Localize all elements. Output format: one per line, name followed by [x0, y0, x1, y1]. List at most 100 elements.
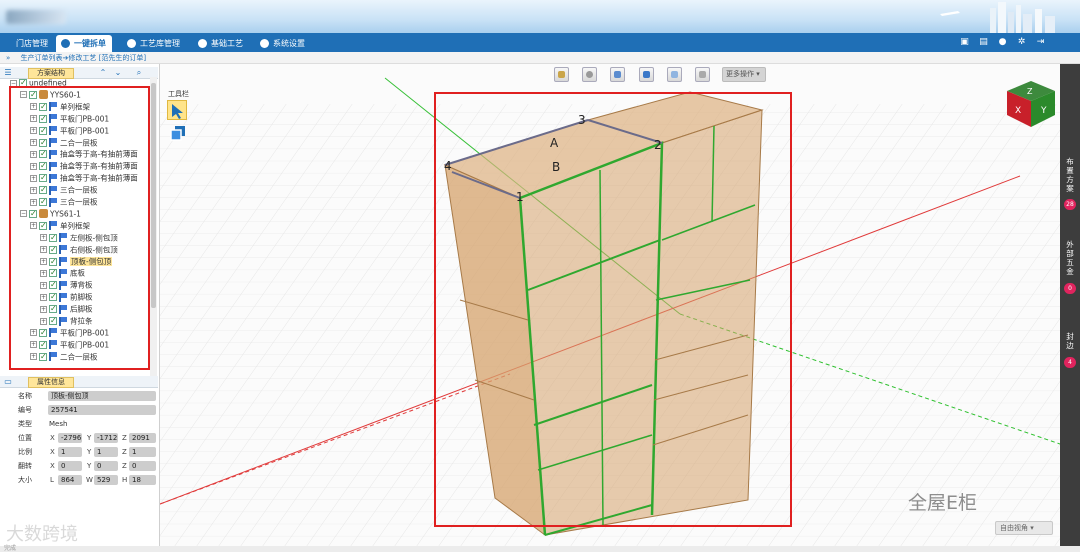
tree-scrollbar[interactable]: [150, 77, 157, 379]
svg-text:X: X: [1015, 106, 1021, 116]
check-circle-icon: [260, 39, 269, 48]
prop-key: 比例: [18, 448, 32, 456]
gear-icon[interactable]: ✲: [1016, 37, 1027, 48]
prop-rotation-row: 翻转 X 0 Y 0 Z 0: [0, 460, 158, 472]
axis-label: Y: [87, 448, 92, 456]
size-l-field[interactable]: 864: [58, 475, 82, 485]
sidebar-label: 布置方案: [1066, 157, 1074, 193]
prop-size-row: 大小 L 864 W 529 H 18: [0, 474, 158, 486]
blurred-logo: [6, 10, 66, 24]
axis-label: L: [50, 476, 54, 484]
navigation-cube[interactable]: Z X Y: [1005, 79, 1057, 129]
rotation-y-field[interactable]: 0: [94, 461, 118, 471]
sidebar-label: 外部五金: [1066, 240, 1074, 276]
view-mode-select[interactable]: 自由视角 ▾: [995, 521, 1053, 535]
tab-label: 工艺库管理: [140, 39, 180, 48]
scale-x-field[interactable]: 1: [58, 447, 82, 457]
view-3d-button[interactable]: [639, 67, 654, 82]
face-label: B: [552, 160, 561, 174]
type-value: Mesh: [49, 420, 68, 428]
right-sidebar: 布置方案 28 外部五金 0 封边 4: [1060, 64, 1080, 546]
name-field[interactable]: 顶板-侧包顶: [48, 391, 156, 401]
tab-label: 门店管理: [16, 39, 48, 48]
point-label: 3: [578, 113, 586, 127]
tab-store-management[interactable]: 门店管理: [8, 35, 54, 52]
user-icon[interactable]: ●: [997, 37, 1008, 48]
view-top-button[interactable]: [582, 67, 597, 82]
breadcrumb-chevron: »: [6, 54, 11, 62]
prop-key: 类型: [18, 420, 32, 428]
tab-property-info[interactable]: 属性信息: [28, 377, 74, 388]
exit-icon[interactable]: ⇥: [1035, 37, 1046, 48]
prop-key: 名称: [18, 392, 32, 400]
orientation-cube-icon: Z X Y: [1007, 81, 1055, 127]
position-x-field[interactable]: -2796: [58, 433, 82, 443]
prop-key: 大小: [18, 476, 32, 484]
id-field[interactable]: 257541: [48, 405, 156, 415]
prop-id-row: 编号 257541: [0, 404, 158, 416]
fit-view-button[interactable]: [667, 67, 682, 82]
axis-label: H: [122, 476, 128, 484]
copy-tool-button[interactable]: [170, 125, 186, 141]
check-circle-icon: [127, 39, 136, 48]
position-y-field[interactable]: -1712: [94, 433, 118, 443]
svg-text:Y: Y: [1040, 106, 1047, 116]
tab-label: 基础工艺: [211, 39, 243, 48]
rotation-z-field[interactable]: 0: [129, 461, 156, 471]
check-circle-icon: [198, 39, 207, 48]
watermark-right: 全屋E柜: [908, 492, 978, 514]
scrollbar-thumb[interactable]: [151, 83, 156, 308]
copy-icon: [170, 126, 185, 141]
tab-label: 系统设置: [273, 39, 305, 48]
scale-y-field[interactable]: 1: [94, 447, 118, 457]
face-label: A: [550, 136, 559, 150]
select-tool-button[interactable]: [167, 100, 187, 120]
prop-scale-row: 比例 X 1 Y 1 Z 1: [0, 446, 158, 458]
prop-key: 位置: [18, 434, 32, 442]
size-w-field[interactable]: 529: [94, 475, 118, 485]
sidebar-item-external-hardware[interactable]: 外部五金: [1060, 240, 1080, 276]
prop-key: 编号: [18, 406, 32, 414]
breadcrumb-link[interactable]: 生产订单列表➔修改工艺 [范先生的订单]: [21, 54, 147, 62]
tab-one-click-split[interactable]: 一键拆单: [56, 35, 112, 52]
red-highlight-box-tree: [9, 86, 150, 370]
axis-label: X: [50, 434, 55, 442]
tab-label: 属性信息: [37, 378, 65, 386]
check-circle-icon: [61, 39, 70, 48]
tab-basic-craft[interactable]: 基础工艺: [193, 35, 249, 52]
scale-z-field[interactable]: 1: [129, 447, 156, 457]
calendar-icon[interactable]: ▣: [959, 37, 970, 48]
view-mode-value: 自由视角: [1000, 524, 1028, 532]
svg-text:Z: Z: [1027, 87, 1033, 96]
axis-label: X: [50, 448, 55, 456]
more-ops-label: 更多操作: [726, 70, 754, 78]
axis-label: Z: [122, 448, 127, 456]
more-operations-dropdown[interactable]: 更多操作 ▾: [722, 67, 766, 82]
view-front-button[interactable]: [554, 67, 569, 82]
point-label: 2: [654, 138, 662, 152]
properties-panel-header: ▭ 属性信息: [0, 376, 158, 388]
axis-label: Z: [122, 434, 127, 442]
lightning-icon[interactable]: [695, 67, 710, 82]
view-side-button[interactable]: [610, 67, 625, 82]
breadcrumb: » 生产订单列表➔修改工艺 [范先生的订单]: [0, 52, 1080, 64]
main-nav-bar: 门店管理 一键拆单 工艺库管理 基础工艺 系统设置 ▣ ▤ ● ✲ ⇥: [0, 33, 1080, 52]
axis-label: X: [50, 462, 55, 470]
prop-position-row: 位置 X -2796 Y -1712 Z 2091: [0, 432, 158, 444]
info-icon: ▭: [4, 377, 12, 386]
tab-craft-library[interactable]: 工艺库管理: [122, 35, 186, 52]
count-badge: 4: [1064, 357, 1076, 368]
cursor-arrow-icon: [172, 104, 183, 119]
sidebar-item-edge-banding[interactable]: 封边: [1060, 332, 1080, 350]
count-badge: 28: [1064, 199, 1076, 210]
prop-name-row: 名称 顶板-侧包顶: [0, 390, 158, 402]
watermark-left: 大数跨境: [6, 524, 78, 545]
position-z-field[interactable]: 2091: [129, 433, 156, 443]
size-h-field[interactable]: 18: [129, 475, 156, 485]
lock-icon[interactable]: ▤: [978, 37, 989, 48]
tab-system-settings[interactable]: 系统设置: [255, 35, 311, 52]
prop-type-row: 类型 Mesh: [0, 418, 158, 430]
city-skyline-decoration: [940, 2, 1055, 33]
sidebar-item-layout-plan[interactable]: 布置方案: [1060, 157, 1080, 193]
rotation-x-field[interactable]: 0: [58, 461, 82, 471]
